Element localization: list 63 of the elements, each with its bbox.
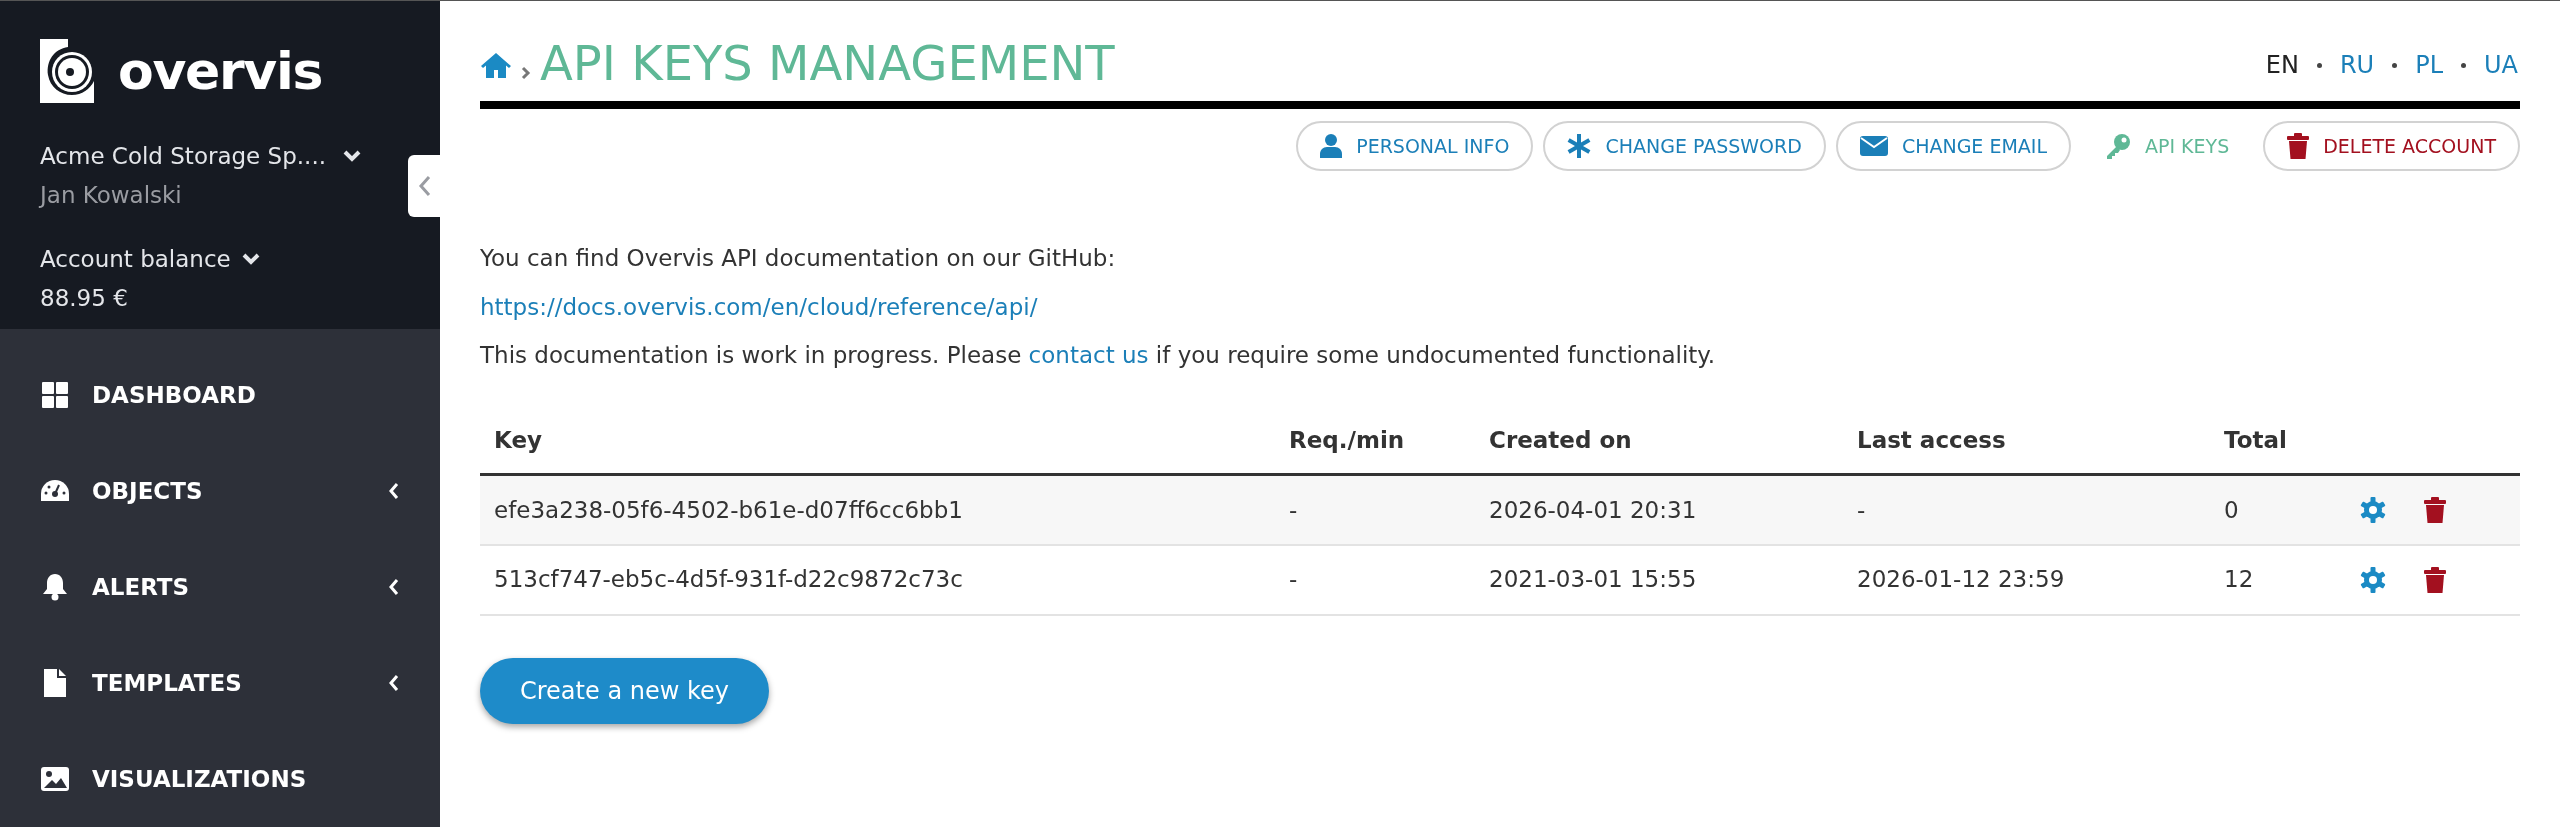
company-name[interactable]: Acme Cold Storage Sp.... xyxy=(40,139,327,174)
delete-icon[interactable] xyxy=(2424,496,2446,523)
language-link[interactable]: EN xyxy=(2265,47,2299,83)
column-header: Req./min xyxy=(1275,406,1475,475)
settings-icon[interactable] xyxy=(2360,496,2386,523)
balance-value: 88.95 € xyxy=(40,283,129,313)
delete-icon[interactable] xyxy=(2424,566,2446,593)
trash-icon xyxy=(2287,133,2310,159)
table-cell: - xyxy=(1275,544,1475,615)
page-title: API KEYS MANAGEMENT xyxy=(540,39,1115,87)
note-text: This documentation is work in progress. Please contact us if you require some undocumented functionality. xyxy=(480,341,1716,370)
envelope-icon xyxy=(1859,136,1888,156)
chevron-left-icon xyxy=(388,674,400,692)
image-icon xyxy=(41,767,69,791)
chevron-left-icon xyxy=(388,578,400,596)
file-icon xyxy=(44,669,66,697)
account-tab[interactable]: DELETE ACCOUNT xyxy=(2263,121,2520,171)
grid-icon xyxy=(42,382,68,408)
brand-name: overvis xyxy=(118,45,323,97)
column-header: Key xyxy=(480,406,1275,475)
menu-item[interactable]: VISUALIZATIONS xyxy=(0,731,440,827)
chevron-left-icon xyxy=(388,482,400,500)
intro-text: You can find Overvis API documentation on our GitHub: xyxy=(480,244,1117,273)
chevron-down-icon[interactable] xyxy=(240,252,261,267)
create-key-button[interactable]: Create a new key xyxy=(480,657,769,724)
table-cell: 0 xyxy=(2210,474,2350,545)
user-icon xyxy=(1320,134,1343,158)
language-link[interactable]: UA xyxy=(2484,47,2518,83)
column-header: Created on xyxy=(1475,406,1843,475)
gauge-icon xyxy=(40,479,70,503)
home-icon[interactable] xyxy=(480,51,512,79)
menu-item[interactable]: TEMPLATES xyxy=(0,635,440,731)
contact-link[interactable]: contact us xyxy=(1028,342,1149,368)
user-name: Jan Kowalski xyxy=(40,180,183,210)
menu-item[interactable]: ALERTS xyxy=(0,539,440,635)
menu-item[interactable]: OBJECTS xyxy=(0,443,440,539)
documentation-link[interactable]: https://docs.overvis.com/en/cloud/reference/api/ xyxy=(480,289,1038,324)
chevron-left-icon[interactable] xyxy=(418,174,432,198)
bell-icon xyxy=(42,573,68,601)
table-cell: 2026-01-12 23:59 xyxy=(1843,544,2210,615)
account-tab[interactable]: PERSONAL INFO xyxy=(1296,121,1534,171)
table-cell: 513cf747-eb5c-4d5f-931f-d22c9872c73c xyxy=(480,544,1275,615)
chevron-down-icon[interactable] xyxy=(342,149,363,164)
table-cell: 2021-03-01 15:55 xyxy=(1475,544,1843,615)
key-icon xyxy=(2105,133,2131,159)
account-tab[interactable]: CHANGE EMAIL xyxy=(1835,121,2071,171)
column-header: Total xyxy=(2210,406,2350,475)
settings-icon[interactable] xyxy=(2360,566,2386,593)
language-link[interactable]: PL xyxy=(2415,47,2443,83)
breadcrumb-chevron-icon xyxy=(520,65,532,81)
table-cell: 12 xyxy=(2210,544,2350,615)
account-tab[interactable]: CHANGE PASSWORD xyxy=(1543,121,1826,171)
table-cell: - xyxy=(1275,474,1475,545)
column-header: Last access xyxy=(1843,406,2210,475)
menu-item[interactable]: DASHBOARD xyxy=(0,347,440,443)
table-cell: efe3a238-05f6-4502-b61e-d07ff6cc6bb1 xyxy=(480,474,1275,545)
balance-label[interactable]: Account balance xyxy=(40,242,231,277)
account-tab[interactable]: API KEYS xyxy=(2081,121,2254,171)
language-link[interactable]: RU xyxy=(2339,47,2375,83)
table-cell: - xyxy=(1843,474,2210,545)
table-cell: 2026-04-01 20:31 xyxy=(1475,474,1843,545)
asterisk-icon xyxy=(1567,134,1592,158)
collapse-tab[interactable] xyxy=(408,155,442,217)
